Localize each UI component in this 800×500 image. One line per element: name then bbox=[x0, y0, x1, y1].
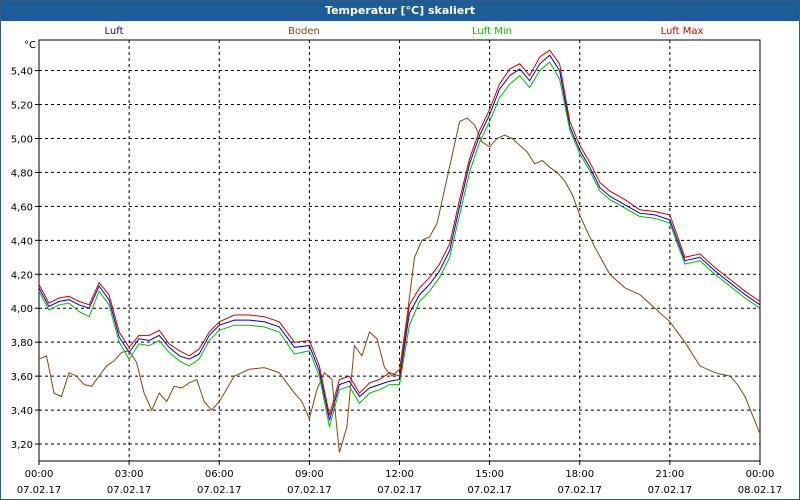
y-tick-label: 4,80 bbox=[11, 168, 33, 179]
legend-item-luft-max: Luft Max bbox=[661, 26, 704, 37]
x-tick-time: 00:00 bbox=[746, 469, 775, 480]
x-tick-time: 00:00 bbox=[25, 469, 54, 480]
x-tick-date: 07.02.17 bbox=[287, 485, 332, 496]
y-tick-label: 5,40 bbox=[11, 67, 33, 78]
x-tick-time: 15:00 bbox=[475, 469, 504, 480]
x-tick-time: 21:00 bbox=[655, 469, 684, 480]
x-tick-date: 07.02.17 bbox=[107, 485, 152, 496]
y-axis: 3,20 3,40 3,60 3,80 4,00 4,20 4,40 4,60 4,80 5,00… bbox=[11, 67, 39, 451]
y-axis-unit: °C bbox=[24, 40, 36, 51]
x-tick-date: 08.02.17 bbox=[738, 485, 783, 496]
x-axis: 00:00 07.02.17 03:00 07.02.17 06:00 07.02.17 0… bbox=[17, 461, 783, 496]
chart-canvas: Luft Boden Luft Min Luft Max °C 3,20 3,40 3,6… bbox=[11, 26, 783, 496]
x-tick-date: 07.02.17 bbox=[377, 485, 422, 496]
y-tick-label: 3,60 bbox=[11, 372, 33, 383]
legend-item-luft-min: Luft Min bbox=[472, 26, 512, 37]
y-tick-label: 5,20 bbox=[11, 101, 33, 112]
y-tick-label: 5,00 bbox=[11, 134, 33, 145]
x-tick-date: 07.02.17 bbox=[17, 485, 62, 496]
x-tick-date: 07.02.17 bbox=[467, 485, 512, 496]
x-tick-time: 09:00 bbox=[295, 469, 324, 480]
x-tick-time: 12:00 bbox=[385, 469, 414, 480]
y-tick-label: 4,60 bbox=[11, 202, 33, 213]
legend-item-luft: Luft bbox=[105, 26, 124, 37]
x-tick-date: 07.02.17 bbox=[648, 485, 693, 496]
x-tick-date: 07.02.17 bbox=[197, 485, 242, 496]
y-tick-label: 3,40 bbox=[11, 406, 33, 417]
y-tick-label: 4,20 bbox=[11, 270, 33, 281]
y-tick-label: 4,40 bbox=[11, 236, 33, 247]
y-tick-label: 3,20 bbox=[11, 440, 33, 451]
legend-item-boden: Boden bbox=[288, 26, 320, 37]
x-tick-time: 03:00 bbox=[115, 469, 144, 480]
y-tick-label: 4,00 bbox=[11, 304, 33, 315]
y-tick-label: 3,80 bbox=[11, 338, 33, 349]
legend: Luft Boden Luft Min Luft Max bbox=[105, 26, 704, 37]
x-tick-time: 18:00 bbox=[565, 469, 594, 480]
x-tick-time: 06:00 bbox=[205, 469, 234, 480]
x-tick-date: 07.02.17 bbox=[557, 485, 602, 496]
